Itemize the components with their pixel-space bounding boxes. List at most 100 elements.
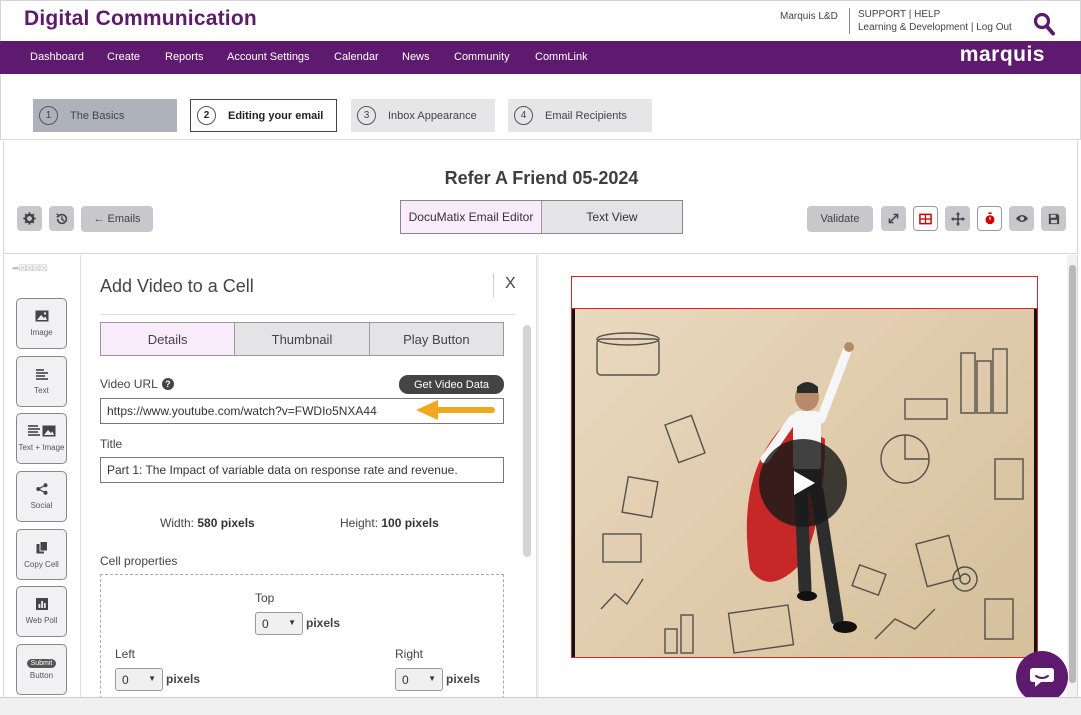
text-image-icon: [27, 425, 56, 440]
video-panel-tabs: Details Thumbnail Play Button: [100, 322, 504, 356]
email-title: Refer A Friend 05-2024: [444, 168, 639, 188]
width-readout: Width: 580 pixels: [160, 516, 255, 530]
top-header: Digital Communication Marquis L&D SUPPOR…: [0, 0, 1081, 41]
copy-icon: [36, 540, 48, 557]
rail-item-image[interactable]: Image: [16, 298, 67, 349]
left-padding-label: Left: [115, 647, 136, 661]
move-icon[interactable]: [945, 206, 970, 231]
rail-item-label: Text: [34, 385, 49, 395]
left-padding-select[interactable]: 0 ▼: [115, 668, 163, 691]
step-the-basics[interactable]: 1 The Basics: [33, 99, 177, 132]
panel-title: Add Video to a Cell: [100, 276, 254, 296]
top-padding-label: Top: [255, 591, 275, 605]
email-canvas: [539, 255, 1067, 697]
rail-item-label: Image: [30, 328, 53, 337]
support-links: SUPPORT | HELP Learning & Development | …: [858, 9, 1012, 33]
nav-create[interactable]: Create: [107, 51, 140, 63]
rail-item-social[interactable]: Social: [16, 471, 67, 522]
nav-commlink[interactable]: CommLink: [535, 51, 588, 63]
tab-play-button[interactable]: Play Button: [369, 323, 503, 355]
video-url-label-text: Video URL: [100, 377, 158, 391]
rail-item-label: Copy Cell: [24, 559, 59, 569]
submit-pill-icon: Submit: [26, 659, 57, 668]
step-label: The Basics: [70, 109, 125, 122]
preview-scrollbar[interactable]: [1069, 265, 1076, 683]
rail-item-label: Web Poll: [25, 616, 58, 625]
rail-item-label: Text + Image: [18, 443, 65, 452]
user-name: Marquis L&D: [780, 11, 838, 22]
help-icon[interactable]: ?: [161, 378, 174, 390]
rail-tools-icon[interactable]: ➦☒☒☒☒: [12, 263, 48, 274]
text-lines-icon: [35, 368, 48, 383]
step-wizard: 1 The Basics 2 Editing your email 3 Inbo…: [0, 74, 1081, 140]
nav-account-settings[interactable]: Account Settings: [227, 51, 310, 63]
arrow-pointer-icon: [416, 400, 495, 420]
tab-documatix-editor[interactable]: DocuMatix Email Editor: [401, 201, 542, 233]
tab-details[interactable]: Details: [101, 323, 236, 355]
step-inbox-appearance[interactable]: 3 Inbox Appearance: [351, 99, 495, 132]
nav-news[interactable]: News: [402, 51, 430, 63]
support-link[interactable]: SUPPORT: [858, 9, 906, 20]
height-label: Height:: [340, 516, 379, 530]
video-title-input[interactable]: [100, 457, 504, 483]
preview-eye-icon[interactable]: [1009, 206, 1034, 231]
top-padding-value: 0: [262, 616, 269, 631]
cell-properties-box: Top 0 ▼ pixels Left 0 ▼ pixels Right 0 ▼ pi…: [100, 574, 504, 697]
title-label: Title: [100, 437, 123, 451]
search-icon[interactable]: [1033, 12, 1055, 36]
logout-link[interactable]: Log Out: [976, 22, 1012, 33]
save-icon[interactable]: [1041, 206, 1066, 231]
close-icon[interactable]: X: [505, 275, 516, 293]
validate-button[interactable]: Validate: [807, 206, 873, 232]
grid-table-icon[interactable]: [913, 206, 938, 231]
empty-cell[interactable]: [571, 276, 1038, 309]
width-label: Width:: [160, 516, 195, 530]
get-video-data-button[interactable]: Get Video Data: [399, 375, 504, 394]
step-email-recipients[interactable]: 4 Email Recipients: [508, 99, 652, 132]
rail-item-text-image[interactable]: Text + Image: [16, 413, 67, 464]
video-cell[interactable]: [571, 308, 1038, 658]
width-value: 580 pixels: [197, 516, 255, 530]
play-button-icon[interactable]: [759, 439, 847, 527]
right-padding-label: Right: [395, 647, 424, 661]
main-nav: Dashboard Create Reports Account Setting…: [0, 41, 1081, 74]
rail-item-button[interactable]: Submit Button: [16, 644, 67, 695]
left-padding-value: 0: [122, 672, 129, 687]
chat-icon[interactable]: [1016, 651, 1068, 703]
content-blocks-rail: ➦☒☒☒☒ Image Text Text + Image Social Cop…: [3, 255, 81, 697]
history-icon[interactable]: [49, 206, 74, 231]
height-value: 100 pixels: [381, 516, 439, 530]
pixels-unit: pixels: [306, 616, 341, 630]
app-title: Digital Communication: [24, 7, 257, 30]
panel-scrollbar[interactable]: [523, 325, 531, 557]
editor-toolbar: Refer A Friend 05-2024 ← Emails DocuMati…: [3, 141, 1078, 254]
help-link[interactable]: HELP: [914, 9, 940, 20]
step-number: 4: [514, 106, 533, 125]
step-number: 2: [197, 106, 216, 125]
learning-link[interactable]: Learning & Development: [858, 22, 968, 33]
top-padding-select[interactable]: 0 ▼: [255, 612, 303, 635]
rail-item-copy-cell[interactable]: Copy Cell: [16, 529, 67, 580]
back-to-emails-button[interactable]: ← Emails: [81, 206, 153, 232]
rail-item-web-poll[interactable]: Web Poll: [16, 586, 67, 637]
add-video-panel: Add Video to a Cell X Details Thumbnail …: [81, 255, 536, 697]
rail-item-text[interactable]: Text: [16, 356, 67, 407]
step-label: Inbox Appearance: [388, 109, 477, 122]
brand-logo: marquis: [959, 43, 1045, 66]
step-editing-your-email[interactable]: 2 Editing your email: [190, 99, 337, 132]
nav-community[interactable]: Community: [454, 51, 510, 63]
nav-calendar[interactable]: Calendar: [334, 51, 379, 63]
image-icon: [35, 310, 49, 325]
chevron-down-icon: ▼: [428, 674, 436, 683]
timer-icon[interactable]: [977, 206, 1002, 231]
tab-thumbnail[interactable]: Thumbnail: [235, 323, 370, 355]
pixels-unit: pixels: [446, 672, 481, 686]
tab-text-view[interactable]: Text View: [542, 201, 682, 233]
right-padding-select[interactable]: 0 ▼: [395, 668, 443, 691]
nav-reports[interactable]: Reports: [165, 51, 204, 63]
fullscreen-icon[interactable]: [881, 206, 906, 231]
email-preview-area: [536, 255, 1078, 697]
nav-dashboard[interactable]: Dashboard: [30, 51, 84, 63]
settings-gear-icon[interactable]: [17, 206, 42, 231]
step-number: 3: [357, 106, 376, 125]
